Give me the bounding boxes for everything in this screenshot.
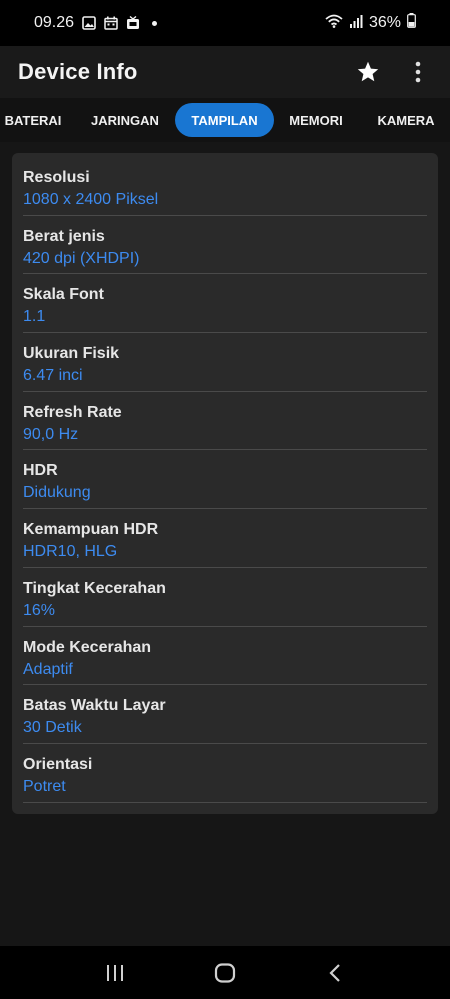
back-icon[interactable] — [315, 953, 355, 993]
info-value: Didukung — [23, 484, 91, 502]
tab-baterai[interactable]: BATERAI — [0, 103, 66, 137]
display-info-card: Resolusi 1080 x 2400 Piksel Berat jenis … — [12, 153, 438, 814]
info-label: Orientasi — [23, 755, 93, 773]
info-label: HDR — [23, 462, 58, 480]
tab-bar: BATERAI JARINGAN TAMPILAN MEMORI KAMERA — [0, 98, 450, 142]
system-nav-bar — [0, 946, 450, 999]
info-row-mode-kecerahan: Mode Kecerahan Adaptif — [23, 627, 427, 686]
info-label: Batas Waktu Layar — [23, 697, 166, 715]
info-value: 16% — [23, 601, 56, 619]
info-row-tingkat-kecerahan: Tingkat Kecerahan 16% — [23, 568, 427, 627]
info-label: Skala Font — [23, 286, 104, 304]
info-value: Potret — [23, 777, 66, 795]
wifi-icon — [325, 14, 343, 33]
info-label: Ukuran Fisik — [23, 345, 120, 363]
notification-dot — [152, 20, 158, 26]
info-row-resolusi: Resolusi 1080 x 2400 Piksel — [23, 157, 427, 216]
info-value: HDR10, HLG — [23, 543, 118, 561]
tab-tampilan[interactable]: TAMPILAN — [175, 103, 274, 137]
signal-icon — [349, 14, 363, 33]
more-vert-icon[interactable] — [404, 58, 432, 86]
info-value: 1.1 — [23, 308, 46, 326]
star-icon[interactable] — [354, 58, 382, 86]
info-value: 90,0 Hz — [23, 425, 79, 443]
status-right: 36% — [325, 13, 416, 33]
info-row-hdr: HDR Didukung — [23, 450, 427, 510]
info-value: Adaptif — [23, 660, 73, 678]
status-time: 09.26 — [34, 14, 75, 31]
info-label: Mode Kecerahan — [23, 638, 152, 656]
info-value: 30 Detik — [23, 719, 82, 737]
info-row-batas-waktu-layar: Batas Waktu Layar 30 Detik — [23, 685, 427, 744]
info-row-berat-jenis: Berat jenis 420 dpi (XHDPI) — [23, 216, 427, 275]
battery-icon — [407, 13, 416, 33]
tv-guide-icon — [126, 15, 140, 30]
info-row-refresh-rate: Refresh Rate 90,0 Hz — [23, 392, 427, 451]
info-row-kemampuan-hdr: Kemampuan HDR HDR10, HLG — [23, 509, 427, 568]
info-value: 1080 x 2400 Piksel — [23, 191, 159, 208]
info-row-orientasi: Orientasi Potret — [23, 744, 427, 803]
page-title: Device Info — [18, 59, 138, 84]
tab-kamera[interactable]: KAMERA — [366, 103, 446, 137]
calendar-icon — [104, 16, 118, 30]
info-label: Berat jenis — [23, 227, 105, 245]
recents-icon[interactable] — [95, 953, 135, 993]
info-label: Resolusi — [23, 169, 90, 186]
battery-percent: 36% — [368, 14, 401, 31]
gallery-icon — [82, 16, 96, 30]
tab-memori[interactable]: MEMORI — [274, 103, 358, 137]
info-value: 6.47 inci — [23, 367, 83, 385]
info-label: Tingkat Kecerahan — [23, 579, 166, 597]
app-actions — [354, 58, 432, 86]
home-icon[interactable] — [205, 953, 245, 993]
info-row-skala-font: Skala Font 1.1 — [23, 274, 427, 334]
info-row-ukuran-fisik: Ukuran Fisik 6.47 inci — [23, 333, 427, 392]
info-label: Refresh Rate — [23, 403, 122, 421]
info-label: Kemampuan HDR — [23, 521, 159, 539]
status-left: 09.26 — [34, 14, 158, 32]
app-bar: Device Info — [0, 46, 450, 98]
tab-jaringan[interactable]: JARINGAN — [76, 103, 174, 137]
info-value: 420 dpi (XHDPI) — [23, 249, 140, 267]
status-bar: 09.26 36% — [0, 0, 450, 46]
